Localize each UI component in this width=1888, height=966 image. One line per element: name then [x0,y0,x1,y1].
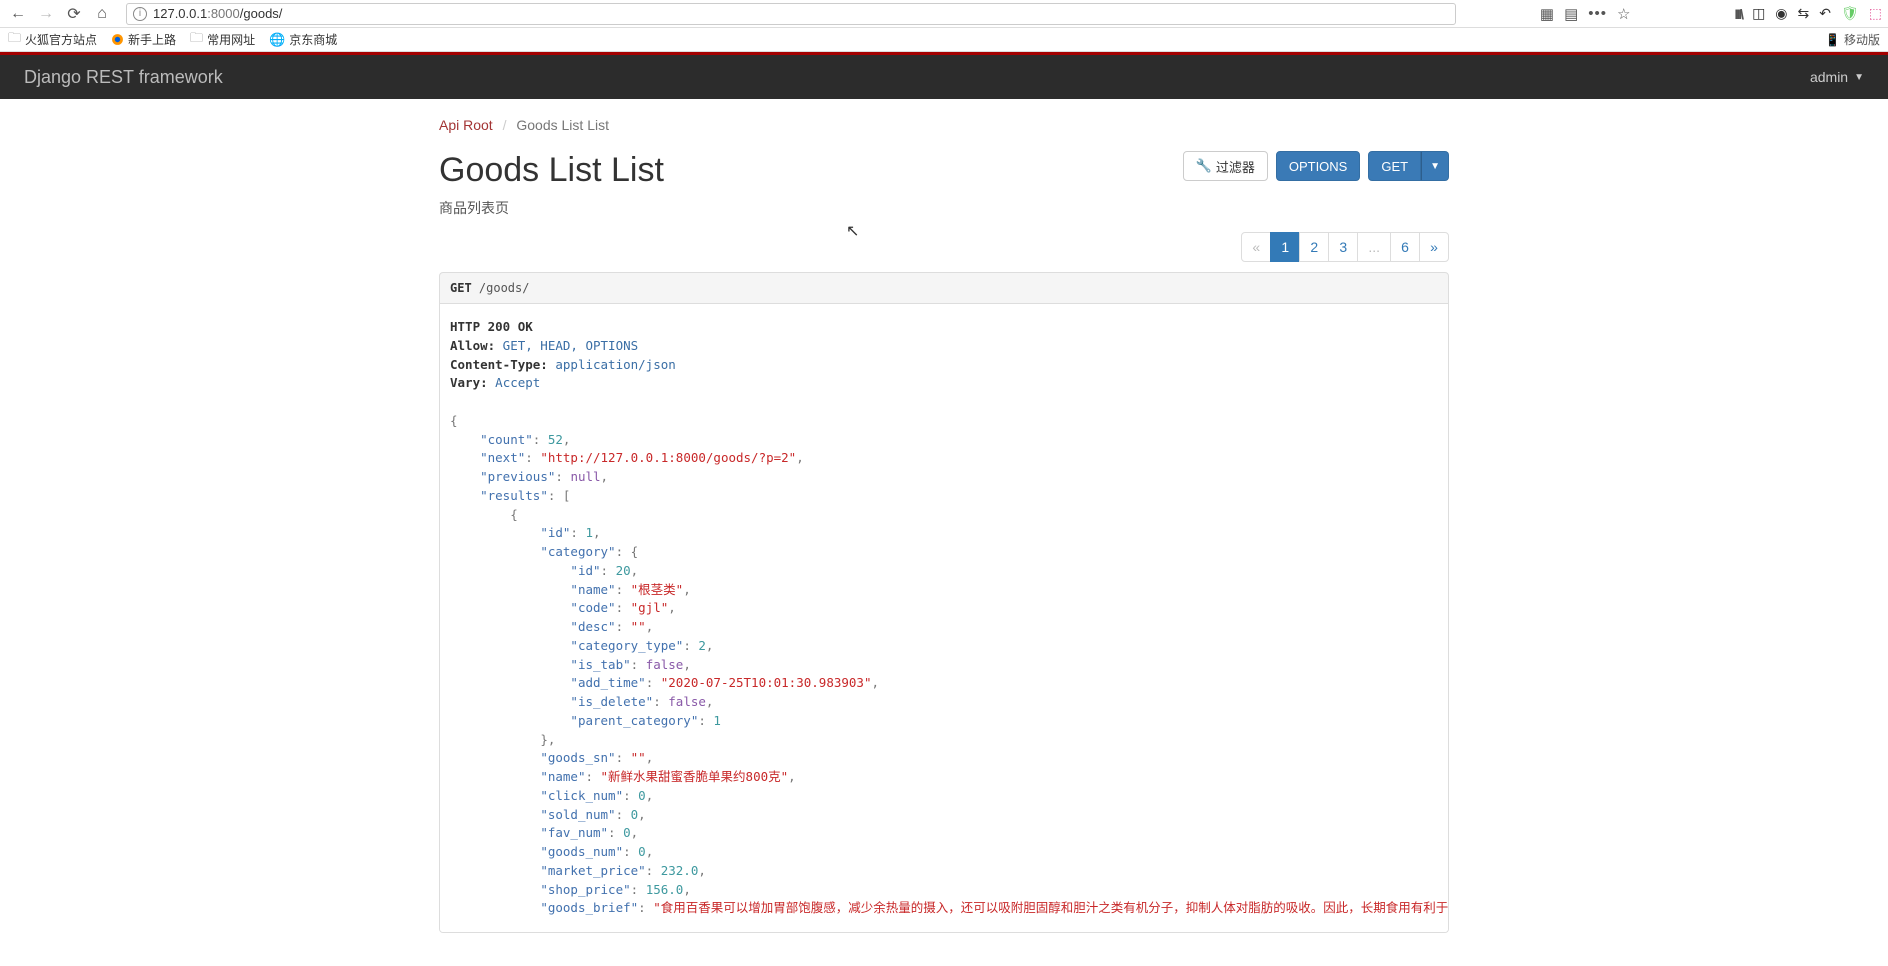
page-1[interactable]: 1 [1270,232,1300,262]
breadcrumb: Api Root / Goods List List [439,117,1449,133]
firefox-icon [111,33,124,46]
bookmark-firefox-official[interactable]: 🗀 火狐官方站点 [8,29,97,51]
globe-icon: 🌐 [269,32,285,48]
drf-content: Api Root / Goods List List Goods List Li… [439,99,1449,933]
sync-icon[interactable]: ⇆ [1798,5,1810,22]
get-button-group: GET ▼ [1368,151,1449,181]
undo-icon[interactable]: ↶ [1819,5,1831,22]
caret-down-icon: ▼ [1430,161,1440,172]
extension-icon[interactable]: ⬚ [1869,5,1882,22]
response-box: HTTP 200 OK Allow: GET, HEAD, OPTIONS Co… [439,304,1449,933]
get-button[interactable]: GET [1368,151,1421,181]
bookmark-star-icon[interactable]: ☆ [1617,5,1630,23]
mobile-label: 移动版 [1844,31,1880,48]
browser-toolbar: ← → ⟳ ⌂ i 127.0.0.1:8000/goods/ ▦ ▤ ••• … [0,0,1888,28]
page-next[interactable]: » [1419,232,1449,262]
folder-icon: 🗀 [8,29,21,51]
folder-icon: 🗀 [190,29,203,51]
info-icon: i [133,7,147,21]
url-port: :8000 [207,6,240,21]
bookmarks-bar: 🗀 火狐官方站点 新手上路 🗀 常用网址 🌐 京东商城 📱 移动版 [0,28,1888,52]
more-icon[interactable]: ••• [1588,5,1607,22]
filter-button[interactable]: 🔧 过滤器 [1183,151,1268,181]
filter-label: 过滤器 [1216,157,1255,176]
wrench-icon: 🔧 [1196,158,1212,174]
get-dropdown-toggle[interactable]: ▼ [1421,151,1449,181]
toolbar-far-right: III\ ◫ ◉ ⇆ ↶ 🛡 ⬚ [1735,5,1883,22]
bookmark-label: 京东商城 [289,31,337,48]
page-prev: « [1241,232,1271,262]
options-label: OPTIONS [1289,159,1348,174]
url-bar[interactable]: i 127.0.0.1:8000/goods/ [126,3,1456,25]
pagination: « 1 2 3 ... 6 » [439,232,1449,262]
get-label: GET [1381,159,1408,174]
toolbar-right: ▦ ▤ ••• ☆ [1540,5,1631,23]
sidebar-icon[interactable]: ◫ [1752,5,1765,22]
reader-icon[interactable]: ▤ [1564,5,1578,23]
breadcrumb-current: Goods List List [516,117,609,133]
url-path: /goods/ [240,6,283,21]
breadcrumb-separator: / [503,117,507,133]
action-buttons: 🔧 过滤器 OPTIONS GET ▼ [1183,151,1449,181]
drf-brand[interactable]: Django REST framework [24,67,223,88]
bookmark-common-sites[interactable]: 🗀 常用网址 [190,29,255,51]
request-method: GET [450,281,472,295]
request-path: /goods/ [472,281,530,295]
bookmark-label: 新手上路 [128,31,176,48]
options-button[interactable]: OPTIONS [1276,151,1361,181]
bookmark-label: 火狐官方站点 [25,31,97,48]
back-button[interactable]: ← [6,2,30,26]
home-button[interactable]: ⌂ [90,2,114,26]
drf-username: admin [1810,69,1848,85]
drf-navbar: Django REST framework admin ▼ [0,55,1888,99]
mobile-view-link[interactable]: 📱 移动版 [1825,31,1880,48]
page-6[interactable]: 6 [1390,232,1420,262]
qr-icon[interactable]: ▦ [1540,5,1554,23]
page-header: Goods List List 商品列表页 🔧 过滤器 OPTIONS GET … [439,151,1449,218]
page-ellipsis: ... [1357,232,1391,262]
page-2[interactable]: 2 [1299,232,1329,262]
page-title: Goods List List [439,151,664,190]
breadcrumb-root[interactable]: Api Root [439,117,493,133]
url-host: 127.0.0.1 [153,6,207,21]
reload-button[interactable]: ⟳ [62,2,86,26]
request-bar: GET /goods/ [439,272,1449,304]
account-icon[interactable]: ◉ [1775,5,1787,22]
bookmark-jd[interactable]: 🌐 京东商城 [269,31,337,48]
shield-icon[interactable]: 🛡 [1841,5,1859,22]
caret-down-icon: ▼ [1854,72,1864,83]
page-3[interactable]: 3 [1328,232,1358,262]
library-icon[interactable]: III\ [1735,6,1743,22]
forward-button: → [34,2,58,26]
bookmark-label: 常用网址 [207,31,255,48]
mobile-icon: 📱 [1825,33,1840,47]
drf-user-menu[interactable]: admin ▼ [1810,69,1864,85]
bookmark-new-user[interactable]: 新手上路 [111,31,176,48]
page-subtitle: 商品列表页 [439,198,664,218]
